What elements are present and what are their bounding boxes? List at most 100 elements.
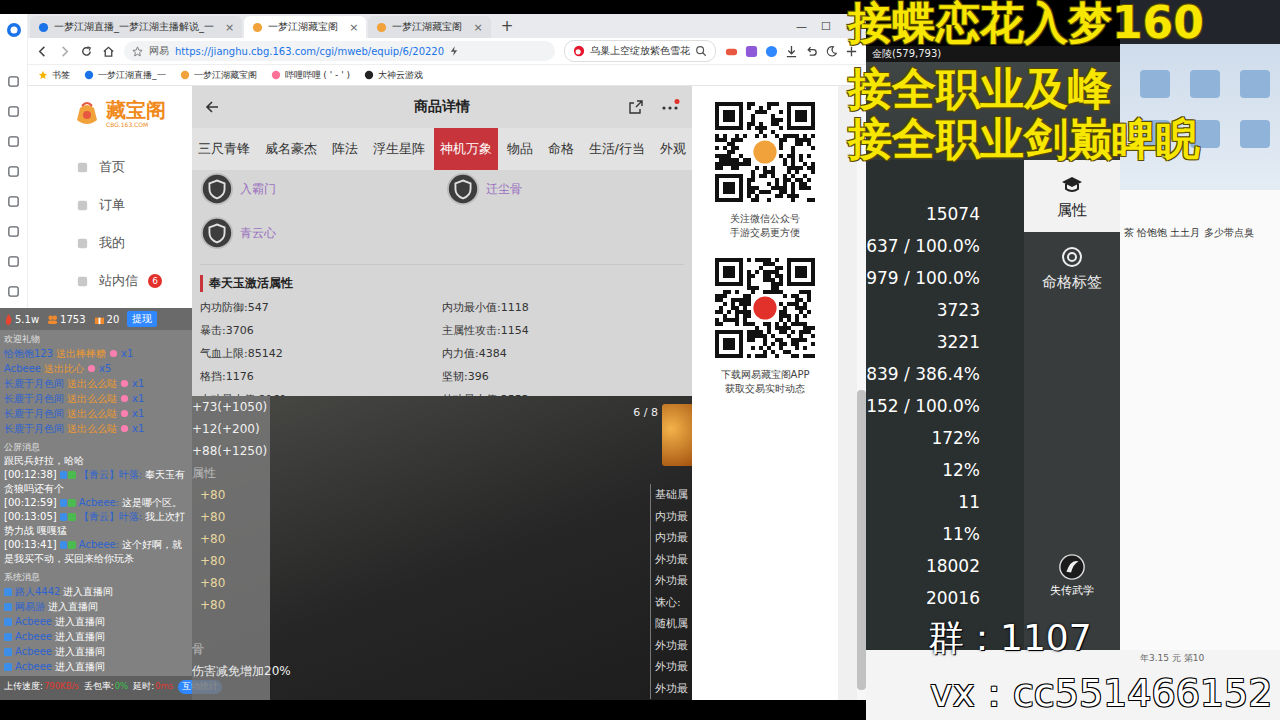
star-icon[interactable] (132, 46, 143, 57)
qr-code-icon[interactable] (711, 254, 819, 362)
category-tab[interactable]: 神机万象 (434, 128, 498, 170)
search-field[interactable]: 乌巢上空绽放紫色雪花 (564, 40, 716, 62)
sidebar-tool-icon[interactable] (7, 75, 20, 88)
category-tab[interactable]: 三尺青锋 (192, 128, 256, 170)
home-icon[interactable] (102, 45, 115, 58)
game-icon[interactable] (725, 45, 738, 58)
category-tab[interactable]: 威名豪杰 (259, 128, 323, 170)
shield-icon (200, 172, 234, 206)
download-icon[interactable] (785, 45, 798, 58)
bonus-value: +88(+1250) (192, 440, 270, 462)
character-stats: 15074637 / 100.0%979 / 100.0%37233221839… (866, 160, 1024, 650)
sidebar-tool-icon[interactable] (7, 195, 20, 208)
bookmark-favicon-icon (271, 70, 281, 80)
skill[interactable]: 迁尘骨 (446, 172, 684, 206)
nav-icon (76, 237, 89, 250)
item-slot[interactable] (662, 404, 692, 466)
bookmark[interactable]: 大神云游戏 (364, 69, 423, 82)
browser-logo-icon[interactable] (6, 22, 22, 38)
scrollbar[interactable] (838, 86, 866, 700)
desktop-shortcut-icon[interactable] (1190, 70, 1220, 98)
extension-icon[interactable] (765, 45, 778, 58)
translate-icon[interactable] (745, 45, 758, 58)
chat-message: [00:12:38]【青云】叶落:奉天玉有贪狼吗还有个 (4, 468, 188, 496)
sidebar-tool-icon[interactable] (7, 255, 20, 268)
nav-icon (76, 161, 89, 174)
bookmark[interactable]: 一梦江湖直播_一 (84, 69, 166, 82)
new-tab-button[interactable]: + (493, 17, 522, 35)
desktop-shortcut-icon[interactable] (1240, 70, 1270, 98)
qr-code-icon[interactable] (711, 98, 819, 206)
forward-icon[interactable] (58, 45, 71, 58)
category-tab[interactable]: 生活/行当 (583, 128, 651, 170)
undo-icon[interactable] (805, 45, 818, 58)
bookmark[interactable]: 一梦江湖藏宝阁 (180, 69, 257, 82)
nav-item[interactable]: 首页 (28, 148, 192, 186)
effect-text: 伤害减免增加20% (192, 660, 270, 682)
shield-icon (200, 216, 234, 250)
window-button[interactable]: ☐ (821, 20, 831, 33)
refresh-icon[interactable] (80, 45, 93, 58)
gift-message: 恰饱饱123送出棒棒糖x1 (4, 346, 188, 361)
tab-close-button[interactable]: × (225, 21, 234, 34)
browser-tab[interactable]: 一梦江湖藏宝阁× (368, 16, 490, 38)
user-icon (4, 633, 12, 641)
chat-message: 跟民兵好拉，哈哈 (4, 454, 188, 468)
side-tab[interactable]: 命格标签 (1024, 232, 1120, 304)
attribute: 内功防御:547 (200, 296, 442, 319)
tab-close-button[interactable]: × (473, 21, 482, 34)
site-logo[interactable]: 藏宝阁CBG.163.COM (28, 98, 192, 128)
lightning-icon[interactable] (450, 46, 458, 56)
sidebar-tool-icon[interactable] (7, 105, 20, 118)
location-title: 金陵(579,793) (866, 46, 1120, 62)
bookmark[interactable]: 哔哩哔哩 ( ' - ' ) (271, 69, 351, 82)
attribute: 内力值:4384 (442, 342, 684, 365)
chat-message: [00:13:41]Acbeee:这个好啊，就是我买不动，买回来给你玩杀 (4, 538, 188, 566)
sidebar-tool-icon[interactable] (7, 225, 20, 238)
bookmark[interactable]: 书签 (38, 69, 70, 82)
nav-item[interactable]: 我的 (28, 224, 192, 262)
gift-item-icon (120, 394, 129, 403)
window-button[interactable]: — (796, 20, 807, 33)
plus-value: +80 (192, 484, 270, 506)
stream-status-bar: 上传速度:790KB/s丢包率:0%延时:0ms互动统计 (0, 676, 192, 700)
page-header: 商品详情 (192, 86, 692, 128)
side-tab[interactable]: 属性 (1024, 160, 1120, 232)
tab-close-button[interactable]: × (349, 21, 358, 34)
skill[interactable]: 青云心 (200, 216, 446, 250)
category-tab[interactable]: 浮生星阵 (367, 128, 431, 170)
browser-tab[interactable]: 一梦江湖藏宝阁× (244, 16, 366, 38)
back-arrow-icon[interactable] (204, 99, 220, 115)
gift-item-icon (120, 379, 129, 388)
category-tab[interactable]: 阵法 (326, 128, 364, 170)
browser-tab[interactable]: 一梦江湖直播_一梦江湖主播解说_一× (30, 16, 242, 38)
withdraw-button[interactable]: 提现 (127, 311, 157, 327)
nav-item[interactable]: 站内信6 (28, 262, 192, 300)
bookmark-favicon-icon (364, 70, 374, 80)
category-tab[interactable]: 命格 (542, 128, 580, 170)
address-bar: 网易https://jianghu.cbg.163.com/cgi/mweb/e… (28, 38, 866, 65)
share-icon[interactable] (628, 99, 644, 115)
night-mode-icon[interactable] (825, 45, 838, 58)
desktop-shortcut-icon[interactable] (1240, 120, 1270, 148)
bookmark-favicon-icon (84, 70, 94, 80)
sidebar-tool-icon[interactable] (7, 135, 20, 148)
url-field[interactable]: 网易https://jianghu.cbg.163.com/cgi/mweb/e… (124, 41, 555, 61)
skill[interactable]: 入霸门 (200, 172, 446, 206)
search-icon[interactable] (695, 45, 707, 57)
sidebar-tool-icon[interactable] (7, 285, 20, 298)
category-tab[interactable]: 外观 (654, 128, 692, 170)
back-icon[interactable] (36, 45, 49, 58)
lost-skill-badge[interactable]: 失传武学 (1024, 553, 1120, 598)
more-icon[interactable] (660, 99, 680, 115)
user-icon (4, 663, 12, 671)
stat-value: 15074 (926, 198, 980, 230)
category-tab[interactable]: 物品 (501, 128, 539, 170)
fragment-label: 骨 (192, 638, 270, 660)
gift-item-icon (87, 364, 96, 373)
nav-item[interactable]: 订单 (28, 186, 192, 224)
gift-item-icon (120, 409, 129, 418)
desktop-shortcut-icon[interactable] (1140, 70, 1170, 98)
sidebar-tool-icon[interactable] (7, 165, 20, 178)
shield-icon (446, 172, 480, 206)
